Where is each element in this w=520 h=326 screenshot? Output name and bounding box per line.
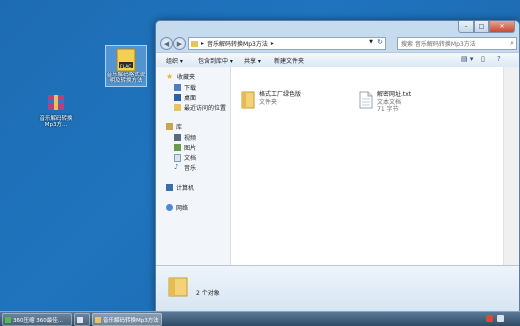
taskbar: 360压缩 360最佳... 音乐解码转换Mp3方法: [0, 311, 520, 326]
taskbar-item-360[interactable]: 360压缩 360最佳...: [2, 313, 72, 326]
file-name: 格式工厂绿色版: [259, 91, 302, 98]
breadcrumb-separator: ▸: [201, 40, 205, 47]
search-icon: ⌕: [510, 39, 514, 47]
app-icon: [77, 316, 83, 323]
content-area: ★ 收藏夹 下载 桌面 最近访问的位置 库 视频 图片 文档 ♪ 音乐 计算机 …: [156, 67, 519, 265]
file-type: 文件夹: [259, 98, 278, 106]
file-item-folder[interactable]: 格式工厂绿色版 文件夹: [241, 91, 301, 109]
picture-icon: [174, 144, 181, 151]
forward-button[interactable]: ▶: [173, 37, 186, 50]
app-icon: [5, 316, 11, 323]
navigation-pane: ★ 收藏夹 下载 桌面 最近访问的位置 库 视频 图片 文档 ♪ 音乐 计算机 …: [156, 67, 231, 265]
preview-pane-icon[interactable]: ▯: [481, 55, 485, 63]
nav-item-downloads[interactable]: 下载: [174, 83, 196, 92]
nav-favorites[interactable]: ★ 收藏夹: [166, 72, 195, 81]
nav-network[interactable]: 网络: [166, 203, 188, 212]
file-name: 解密网址.txt: [377, 91, 412, 98]
search-placeholder: 搜索 音乐解码转换Mp3方法: [401, 41, 476, 48]
explorer-window: – □ ✕ ◀ ▶ ▸ 音乐解码转换Mp3方法 ▸ ▼ ↻ 搜索 音乐解码转换M…: [155, 20, 520, 312]
back-button[interactable]: ◀: [160, 37, 173, 50]
file-item-text[interactable]: 解密网址.txt 文本文档 71 字节: [359, 91, 411, 114]
tray-icon[interactable]: [497, 315, 504, 322]
include-in-library-button[interactable]: 包含到库中 ▾: [198, 56, 233, 65]
flac-badge: FLAC: [120, 65, 132, 70]
document-icon: [174, 153, 181, 162]
nav-item-recent[interactable]: 最近访问的位置: [174, 103, 226, 112]
folder-icon: [168, 277, 188, 297]
close-button[interactable]: ✕: [489, 21, 515, 33]
taskbar-item-app[interactable]: [74, 313, 90, 326]
folder-icon: [95, 316, 101, 323]
tray-icon[interactable]: [486, 315, 493, 322]
maximize-button[interactable]: □: [474, 21, 489, 33]
desktop-icon-archive[interactable]: 音乐解码转换Mp3方...: [36, 92, 76, 128]
command-bar: 组织 ▾ 包含到库中 ▾ 共享 ▾ 新建文件夹 ▤ ▾ ▯ ?: [156, 52, 519, 68]
library-icon: [166, 123, 173, 130]
share-button[interactable]: 共享 ▾: [244, 56, 261, 65]
music-icon: ♪: [174, 163, 179, 171]
archive-icon: [48, 95, 64, 110]
desktop-icon-flac[interactable]: FLAC 音乐解码格式说明及转换方法: [105, 45, 147, 87]
desktop-icon-label: 音乐解码转换Mp3方...: [39, 116, 73, 128]
search-input[interactable]: 搜索 音乐解码转换Mp3方法 ⌕: [397, 37, 517, 50]
nav-item-desktop[interactable]: 桌面: [174, 93, 196, 102]
computer-icon: [166, 184, 173, 191]
help-icon[interactable]: ?: [497, 55, 501, 63]
nav-item-pictures[interactable]: 图片: [174, 143, 196, 152]
chevron-down-icon[interactable]: ▼: [369, 39, 373, 45]
view-options-icon[interactable]: ▤ ▾: [461, 55, 473, 63]
folder-icon: [191, 40, 198, 47]
taskbar-item-explorer[interactable]: 音乐解码转换Mp3方法: [92, 313, 162, 326]
breadcrumb-folder[interactable]: 音乐解码转换Mp3方法: [207, 39, 268, 48]
nav-item-documents[interactable]: 文档: [174, 153, 196, 162]
nav-libraries[interactable]: 库: [166, 122, 182, 131]
new-folder-button[interactable]: 新建文件夹: [274, 56, 304, 65]
title-bar: – □ ✕: [156, 21, 519, 35]
address-row: ◀ ▶ ▸ 音乐解码转换Mp3方法 ▸ ▼ ↻ 搜索 音乐解码转换Mp3方法 ⌕: [156, 36, 519, 50]
refresh-icon[interactable]: ↻: [377, 38, 383, 46]
nav-computer[interactable]: 计算机: [166, 183, 194, 192]
star-icon: ★: [166, 71, 174, 81]
recent-places-icon: [174, 104, 181, 111]
organize-button[interactable]: 组织 ▾: [166, 56, 183, 65]
minimize-button[interactable]: –: [458, 21, 474, 33]
address-bar[interactable]: ▸ 音乐解码转换Mp3方法 ▸ ▼ ↻: [188, 37, 386, 50]
nav-item-videos[interactable]: 视频: [174, 133, 196, 142]
details-pane: 2 个对象: [156, 265, 519, 311]
item-count: 2 个对象: [196, 290, 220, 297]
scrollbar[interactable]: [503, 67, 519, 265]
video-icon: [174, 134, 181, 141]
file-size: 71 字节: [377, 106, 399, 113]
text-file-icon: [359, 91, 373, 109]
nav-item-music[interactable]: ♪ 音乐: [174, 163, 196, 173]
desktop-icon: [174, 94, 181, 101]
network-icon: [166, 204, 173, 211]
download-icon: [174, 84, 181, 91]
file-type: 文本文档: [377, 98, 402, 106]
breadcrumb-separator: ▸: [270, 40, 274, 47]
desktop-icon-label: 音乐解码格式说明及转换方法: [106, 72, 146, 84]
folder-icon: [241, 91, 255, 109]
